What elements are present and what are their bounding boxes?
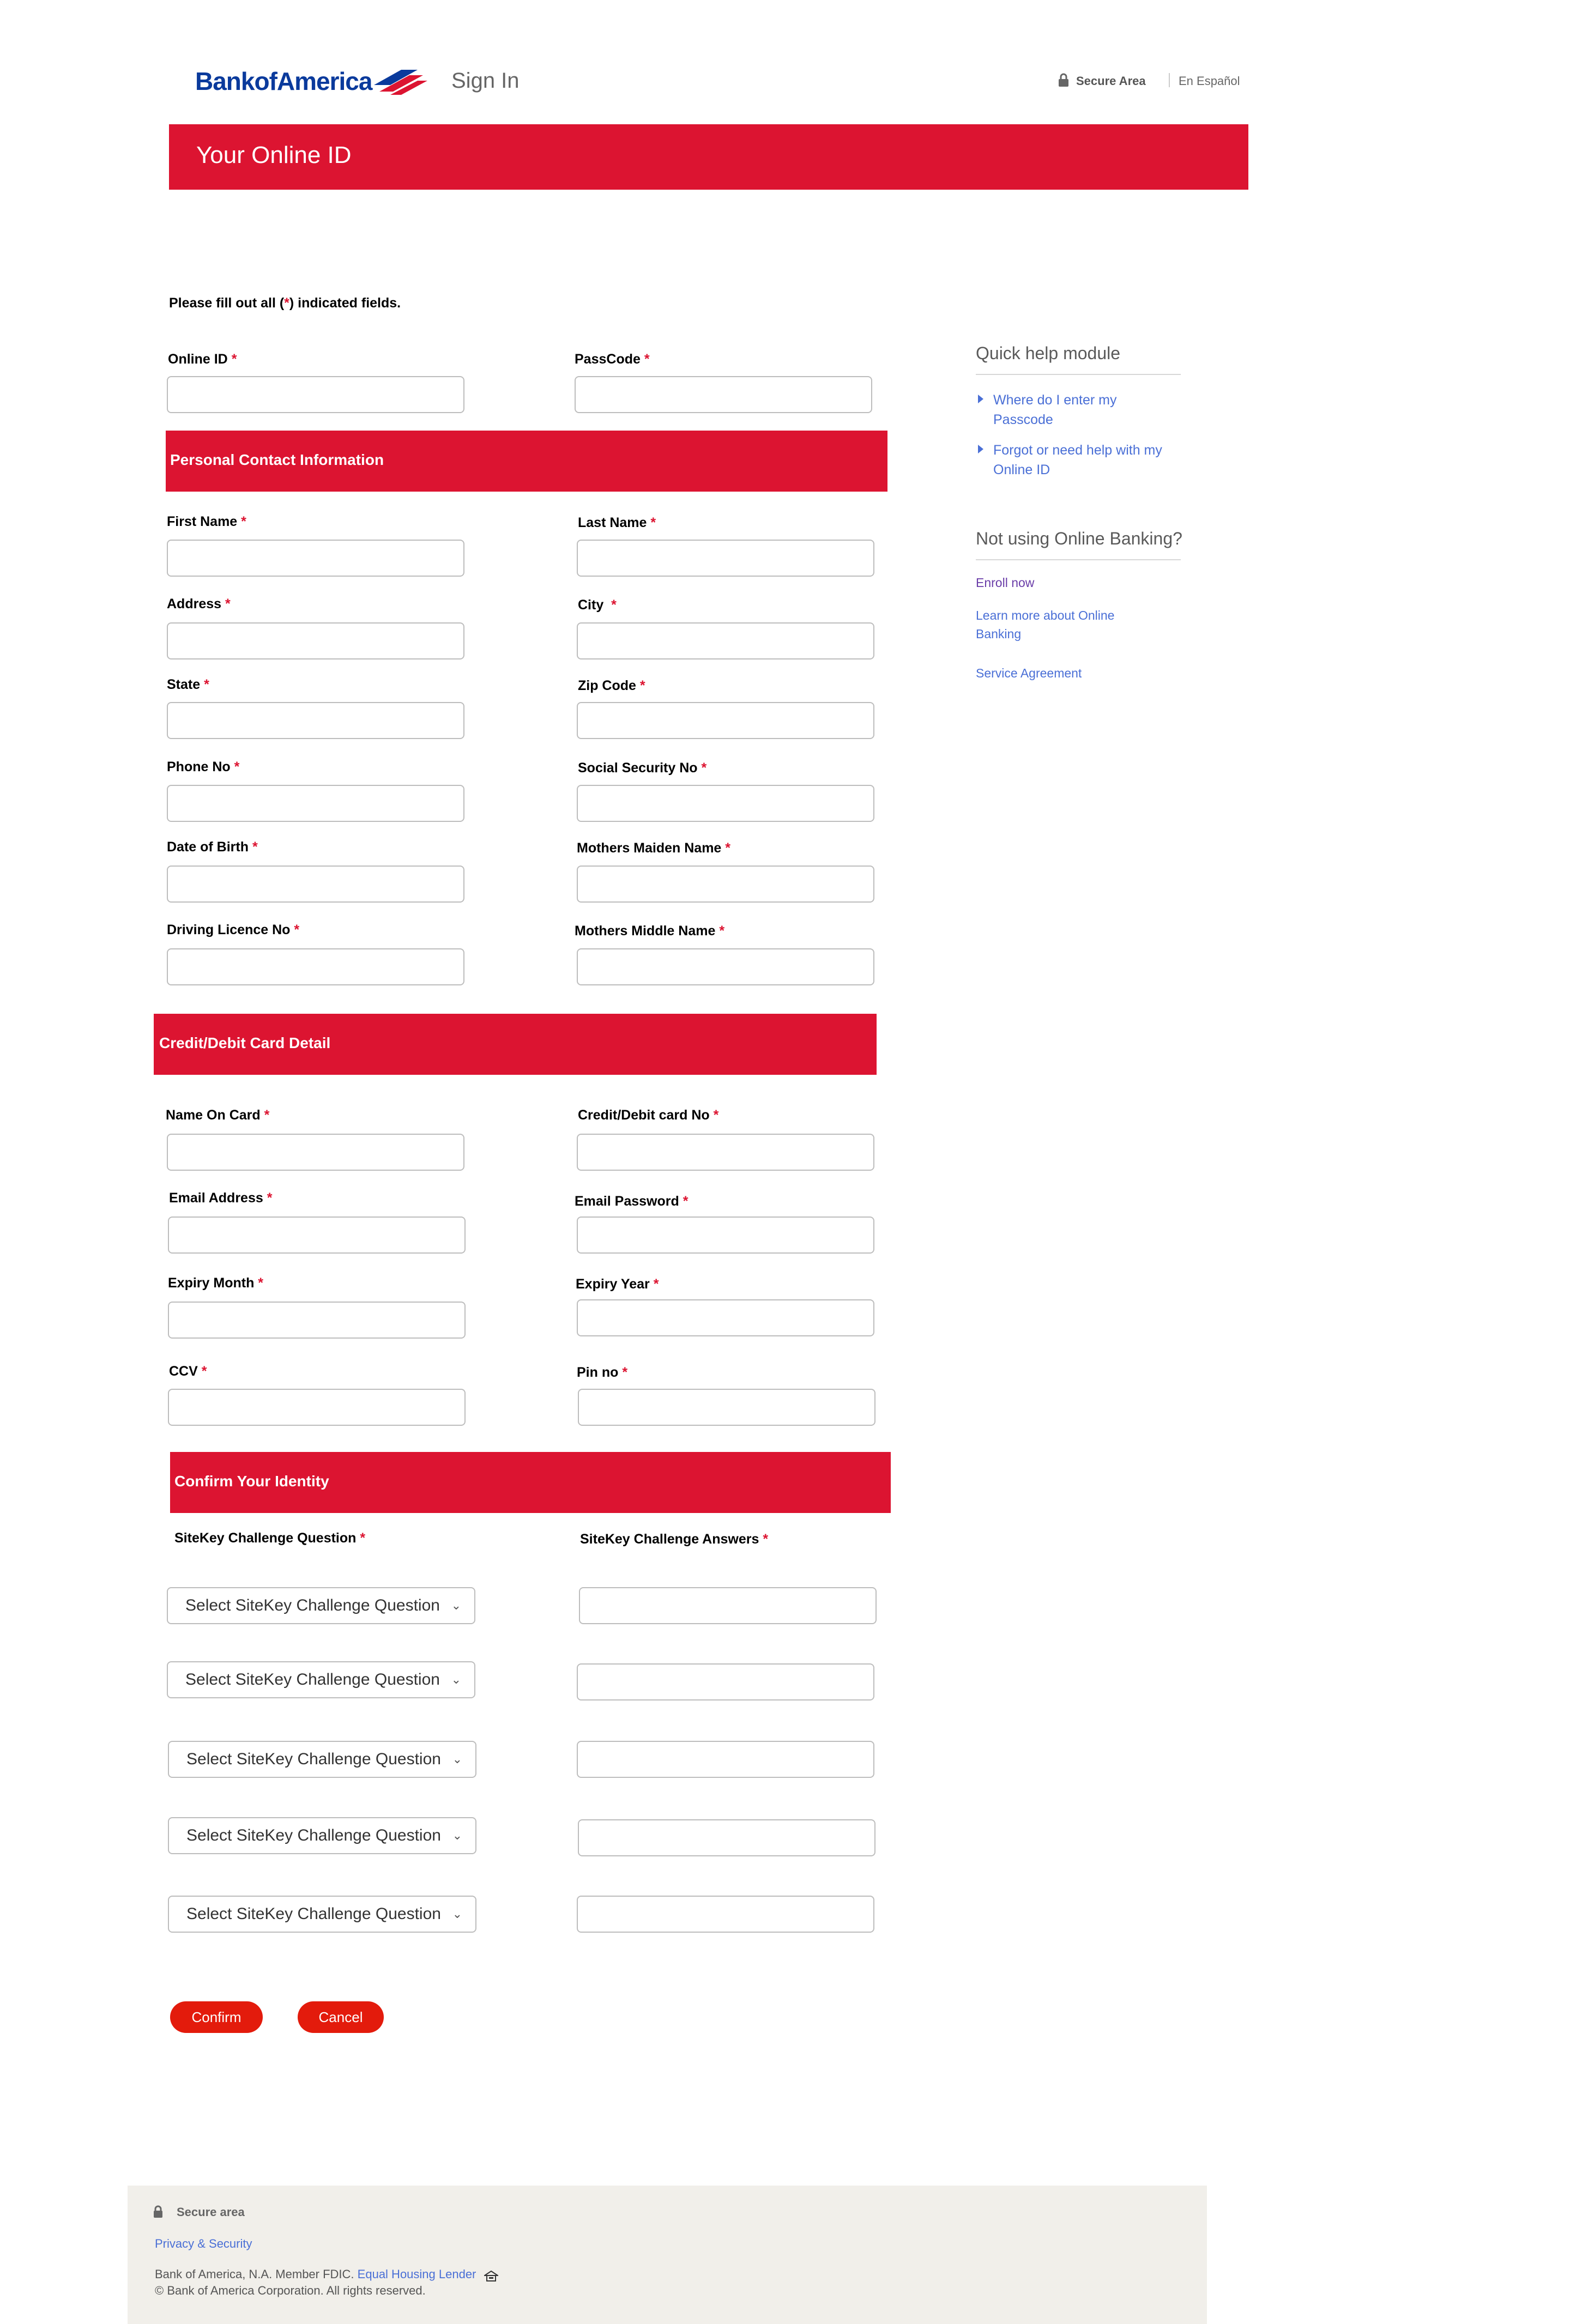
sitekey-answer-input-2[interactable] xyxy=(577,1663,874,1700)
cancel-button[interactable]: Cancel xyxy=(298,2001,384,2033)
confirm-button[interactable]: Confirm xyxy=(170,2001,263,2033)
help-link-online-id[interactable]: Forgot or need help with my Online ID xyxy=(993,440,1179,480)
sitekey-answer-input-1[interactable] xyxy=(579,1587,877,1624)
footer: Secure area Privacy & Security Bank of A… xyxy=(128,2186,1207,2324)
address-label: Address * xyxy=(167,596,231,612)
lock-icon xyxy=(153,2205,164,2218)
espanol-link[interactable]: En Español xyxy=(1179,74,1240,88)
chevron-down-icon: ⌄ xyxy=(451,1673,461,1686)
mothers-maiden-label: Mothers Maiden Name * xyxy=(577,840,731,856)
sitekey-question-select-2[interactable]: Select SiteKey Challenge Question ⌄ xyxy=(167,1661,475,1698)
sign-in-heading: Sign In xyxy=(451,69,520,93)
mothers-middle-label: Mothers Middle Name * xyxy=(575,923,725,939)
footer-secure-area: Secure area xyxy=(177,2205,245,2219)
online-id-label: Online ID * xyxy=(168,352,237,367)
chevron-down-icon: ⌄ xyxy=(451,1599,461,1612)
header-divider xyxy=(1169,73,1170,87)
flag-logo-icon xyxy=(369,63,428,96)
pin-input[interactable] xyxy=(578,1389,875,1426)
city-label: City * xyxy=(578,597,617,613)
secure-area-label: Secure Area xyxy=(1076,74,1146,88)
mothers-middle-input[interactable] xyxy=(577,948,874,985)
form-instructions: Please fill out all (*) indicated fields… xyxy=(169,295,401,311)
quick-help-title: Quick help module xyxy=(976,343,1121,363)
chevron-down-icon: ⌄ xyxy=(452,1907,462,1921)
arrow-right-icon xyxy=(978,395,985,403)
dob-label: Date of Birth * xyxy=(167,839,258,855)
chevron-down-icon: ⌄ xyxy=(452,1829,462,1842)
footer-copyright: © Bank of America Corporation. All right… xyxy=(155,2284,426,2297)
ccv-input[interactable] xyxy=(168,1389,466,1426)
bank-logo-text: BankofAmerica xyxy=(195,67,372,95)
zip-input[interactable] xyxy=(577,702,874,739)
quick-help-divider xyxy=(976,374,1181,375)
mothers-maiden-input[interactable] xyxy=(577,866,874,903)
lock-icon xyxy=(1058,73,1070,87)
expiry-year-input[interactable] xyxy=(577,1299,874,1336)
card-section-title: Credit/Debit Card Detail xyxy=(159,1034,331,1051)
city-input[interactable] xyxy=(577,622,874,659)
ssn-input[interactable] xyxy=(577,785,874,822)
card-number-input[interactable] xyxy=(577,1134,874,1171)
driving-licence-input[interactable] xyxy=(167,948,464,985)
ccv-label: CCV * xyxy=(169,1364,207,1379)
privacy-security-link[interactable]: Privacy & Security xyxy=(155,2236,252,2252)
name-on-card-label: Name On Card * xyxy=(166,1107,270,1123)
not-using-divider xyxy=(976,559,1181,560)
expiry-month-input[interactable] xyxy=(168,1302,466,1339)
pin-label: Pin no * xyxy=(577,1365,628,1380)
state-label: State * xyxy=(167,677,209,692)
state-input[interactable] xyxy=(167,702,464,739)
identity-section-title: Confirm Your Identity xyxy=(174,1473,329,1490)
identity-section-header: Confirm Your Identity xyxy=(170,1452,891,1513)
sitekey-answer-input-4[interactable] xyxy=(578,1819,875,1856)
service-agreement-link[interactable]: Service Agreement xyxy=(976,664,1082,682)
personal-section-title: Personal Contact Information xyxy=(170,451,384,468)
page-title: Your Online ID xyxy=(196,142,352,168)
sitekey-question-select-3[interactable]: Select SiteKey Challenge Question ⌄ xyxy=(168,1741,476,1778)
last-name-input[interactable] xyxy=(577,540,874,577)
driving-licence-label: Driving Licence No * xyxy=(167,922,300,937)
dob-input[interactable] xyxy=(167,866,464,903)
first-name-label: First Name * xyxy=(167,514,246,529)
passcode-label: PassCode * xyxy=(575,352,650,367)
card-section-header: Credit/Debit Card Detail xyxy=(154,1014,877,1075)
not-using-title: Not using Online Banking? xyxy=(976,529,1182,548)
sitekey-answer-label: SiteKey Challenge Answers * xyxy=(580,1532,769,1547)
sitekey-question-label: SiteKey Challenge Question * xyxy=(174,1530,366,1546)
email-password-label: Email Password * xyxy=(575,1194,689,1209)
sitekey-question-select-1[interactable]: Select SiteKey Challenge Question ⌄ xyxy=(167,1587,475,1624)
footer-legal-line1: Bank of America, N.A. Member FDIC. Equal… xyxy=(155,2266,499,2283)
email-password-input[interactable] xyxy=(577,1217,874,1254)
last-name-label: Last Name * xyxy=(578,515,656,530)
phone-label: Phone No * xyxy=(167,759,240,774)
email-input[interactable] xyxy=(168,1217,466,1254)
sitekey-answer-input-3[interactable] xyxy=(577,1741,874,1778)
passcode-input[interactable] xyxy=(575,376,872,413)
help-link-passcode[interactable]: Where do I enter my Passcode xyxy=(993,390,1157,429)
learn-more-link[interactable]: Learn more about Online Banking xyxy=(976,606,1150,643)
phone-input[interactable] xyxy=(167,785,464,822)
sitekey-question-select-4[interactable]: Select SiteKey Challenge Question ⌄ xyxy=(168,1817,476,1854)
email-label: Email Address * xyxy=(169,1190,273,1206)
card-number-label: Credit/Debit card No * xyxy=(578,1107,719,1123)
enroll-now-link[interactable]: Enroll now xyxy=(976,573,1034,592)
zip-label: Zip Code * xyxy=(578,678,645,693)
title-bar: Your Online ID xyxy=(169,124,1248,190)
address-input[interactable] xyxy=(167,622,464,659)
expiry-year-label: Expiry Year * xyxy=(576,1276,659,1292)
equal-housing-link[interactable]: Equal Housing Lender xyxy=(358,2267,476,2281)
first-name-input[interactable] xyxy=(167,540,464,577)
online-id-input[interactable] xyxy=(167,376,464,413)
chevron-down-icon: ⌄ xyxy=(452,1752,462,1766)
name-on-card-input[interactable] xyxy=(167,1134,464,1171)
ssn-label: Social Security No * xyxy=(578,760,707,776)
arrow-right-icon xyxy=(978,445,985,453)
sitekey-answer-input-5[interactable] xyxy=(577,1896,874,1933)
expiry-month-label: Expiry Month * xyxy=(168,1275,264,1291)
personal-section-header: Personal Contact Information xyxy=(166,431,887,492)
equal-housing-icon xyxy=(482,2269,499,2282)
sitekey-question-select-5[interactable]: Select SiteKey Challenge Question ⌄ xyxy=(168,1896,476,1933)
